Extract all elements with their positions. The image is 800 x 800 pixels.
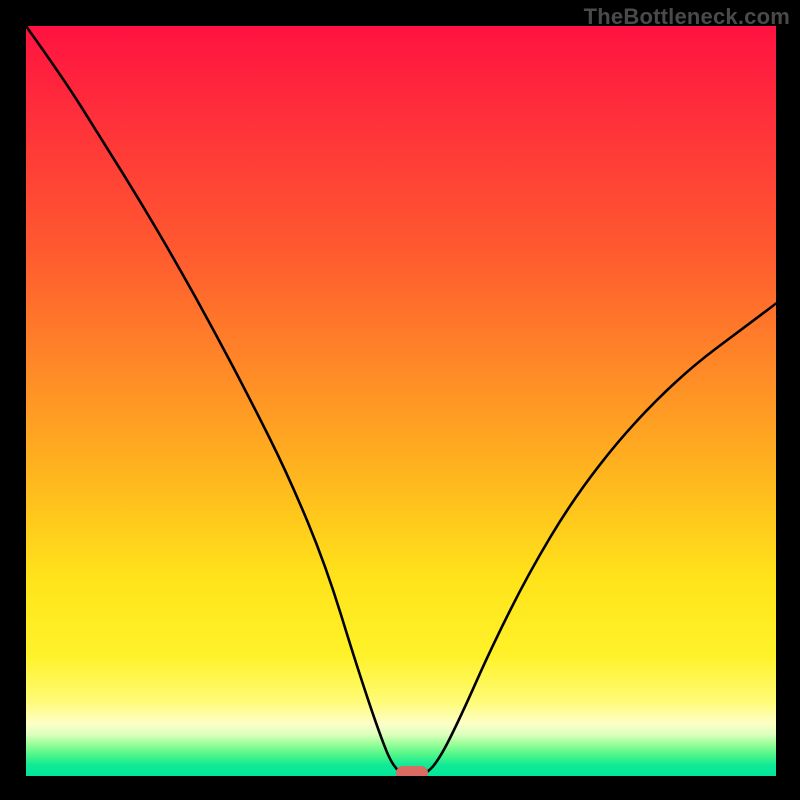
chart-stage: TheBottleneck.com bbox=[0, 0, 800, 800]
bottleneck-curve bbox=[26, 26, 776, 776]
plot-area bbox=[26, 26, 776, 776]
optimal-point-marker bbox=[396, 766, 428, 776]
